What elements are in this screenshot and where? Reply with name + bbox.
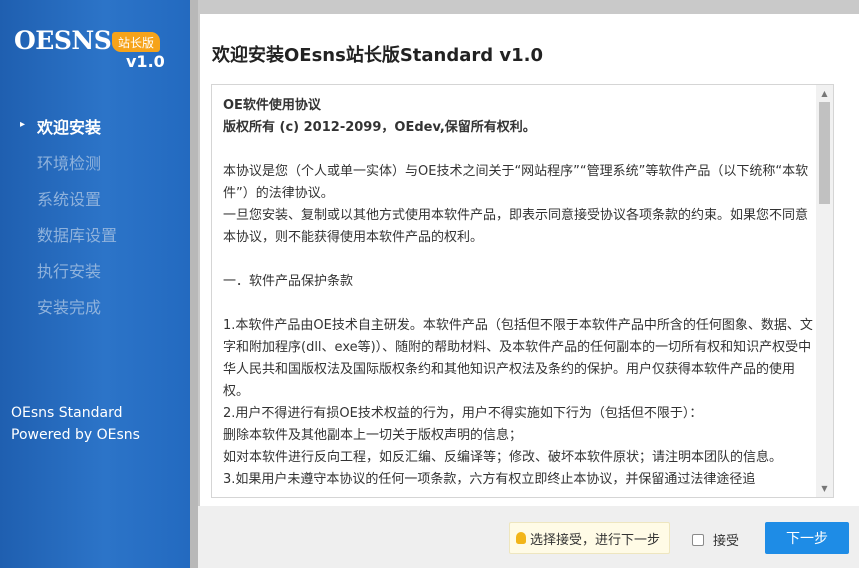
license-paragraph: 3.如果用户未遵守本协议的任何一项条款，六方有权立即终止本协议，并保留通过法律途… [223, 472, 756, 487]
step-welcome[interactable]: ▸ 欢迎安装 [0, 108, 190, 144]
license-paragraph: 删除本软件及其他副本上一切关于版权声明的信息； [223, 428, 523, 443]
scroll-up-icon[interactable]: ▲ [816, 85, 833, 102]
license-paragraph: 本协议是您（个人或单一实体）与OE技术之间关于“网站程序”“管理系统”等软件产品… [223, 164, 809, 201]
license-section-title: 一．软件产品保护条款 [223, 274, 354, 289]
current-step-icon: ▸ [20, 119, 26, 130]
license-scrollbar[interactable]: ▲ ▼ [816, 85, 833, 497]
license-heading: OE软件使用协议 [223, 98, 321, 113]
install-steps: ▸ 欢迎安装 环境检测 系统设置 数据库设置 执行安装 安装完成 [0, 108, 190, 324]
sidebar-footer: OEsns Standard Powered by OEsns [11, 402, 140, 446]
content-panel: 欢迎安装OEsns站长版Standard v1.0 OE软件使用协议 版权所有 … [200, 14, 859, 506]
step-label: 数据库设置 [37, 226, 118, 245]
step-label: 安装完成 [37, 298, 102, 317]
step-environment-check[interactable]: 环境检测 [0, 144, 190, 180]
license-paragraph: 2.用户不得进行有损OE技术权益的行为，用户不得实施如下行为（包括但不限于）： [223, 406, 703, 421]
product-name: OEsns Standard [11, 405, 123, 421]
step-database-settings[interactable]: 数据库设置 [0, 216, 190, 252]
step-label: 欢迎安装 [37, 118, 102, 137]
page-title: 欢迎安装OEsns站长版Standard v1.0 [212, 45, 544, 66]
tip-box: 选择接受，进行下一步 [509, 522, 671, 554]
logo-text: OESNS [14, 26, 112, 55]
sidebar: OESNS 站长版 v1.0 ▸ 欢迎安装 环境检测 系统设置 数据库设置 执行… [0, 0, 198, 568]
logo-badge: 站长版 [112, 32, 160, 52]
lightbulb-icon [516, 532, 526, 544]
license-paragraph: 1.本软件产品由OE技术自主研发。本软件产品（包括但不限于本软件产品中所含的任何… [223, 318, 813, 399]
checkbox-box[interactable] [692, 533, 704, 546]
step-run-install[interactable]: 执行安装 [0, 252, 190, 288]
license-paragraph: 一旦您安装、复制或以其他方式使用本软件产品，即表示同意接受协议各项条款的约束。如… [223, 208, 809, 245]
scroll-down-icon[interactable]: ▼ [816, 480, 833, 497]
accept-label: 接受 [713, 534, 740, 549]
next-step-button[interactable]: 下一步 [765, 522, 849, 554]
license-paragraph: 如对本软件进行反向工程，如反汇编、反编译等；修改、破坏本软件原状；请注明本团队的… [223, 450, 783, 465]
bottom-action-bar: 选择接受，进行下一步 接受 下一步 [198, 506, 859, 568]
step-label: 系统设置 [37, 190, 102, 209]
accept-checkbox[interactable]: 接受 [692, 530, 739, 549]
step-install-complete[interactable]: 安装完成 [0, 288, 190, 324]
step-label: 执行安装 [37, 262, 102, 281]
powered-by: Powered by OEsns [11, 427, 140, 443]
tip-text: 选择接受，进行下一步 [530, 532, 661, 548]
scroll-thumb[interactable] [819, 102, 830, 204]
license-agreement-box[interactable]: OE软件使用协议 版权所有 (c) 2012-2099，OEdev,保留所有权利… [211, 84, 834, 498]
license-copyright: 版权所有 (c) 2012-2099，OEdev,保留所有权利。 [223, 120, 536, 135]
step-system-settings[interactable]: 系统设置 [0, 180, 190, 216]
logo-version: v1.0 [126, 52, 165, 71]
top-border [198, 0, 859, 14]
license-text: OE软件使用协议 版权所有 (c) 2012-2099，OEdev,保留所有权利… [223, 95, 815, 491]
step-label: 环境检测 [37, 154, 102, 173]
